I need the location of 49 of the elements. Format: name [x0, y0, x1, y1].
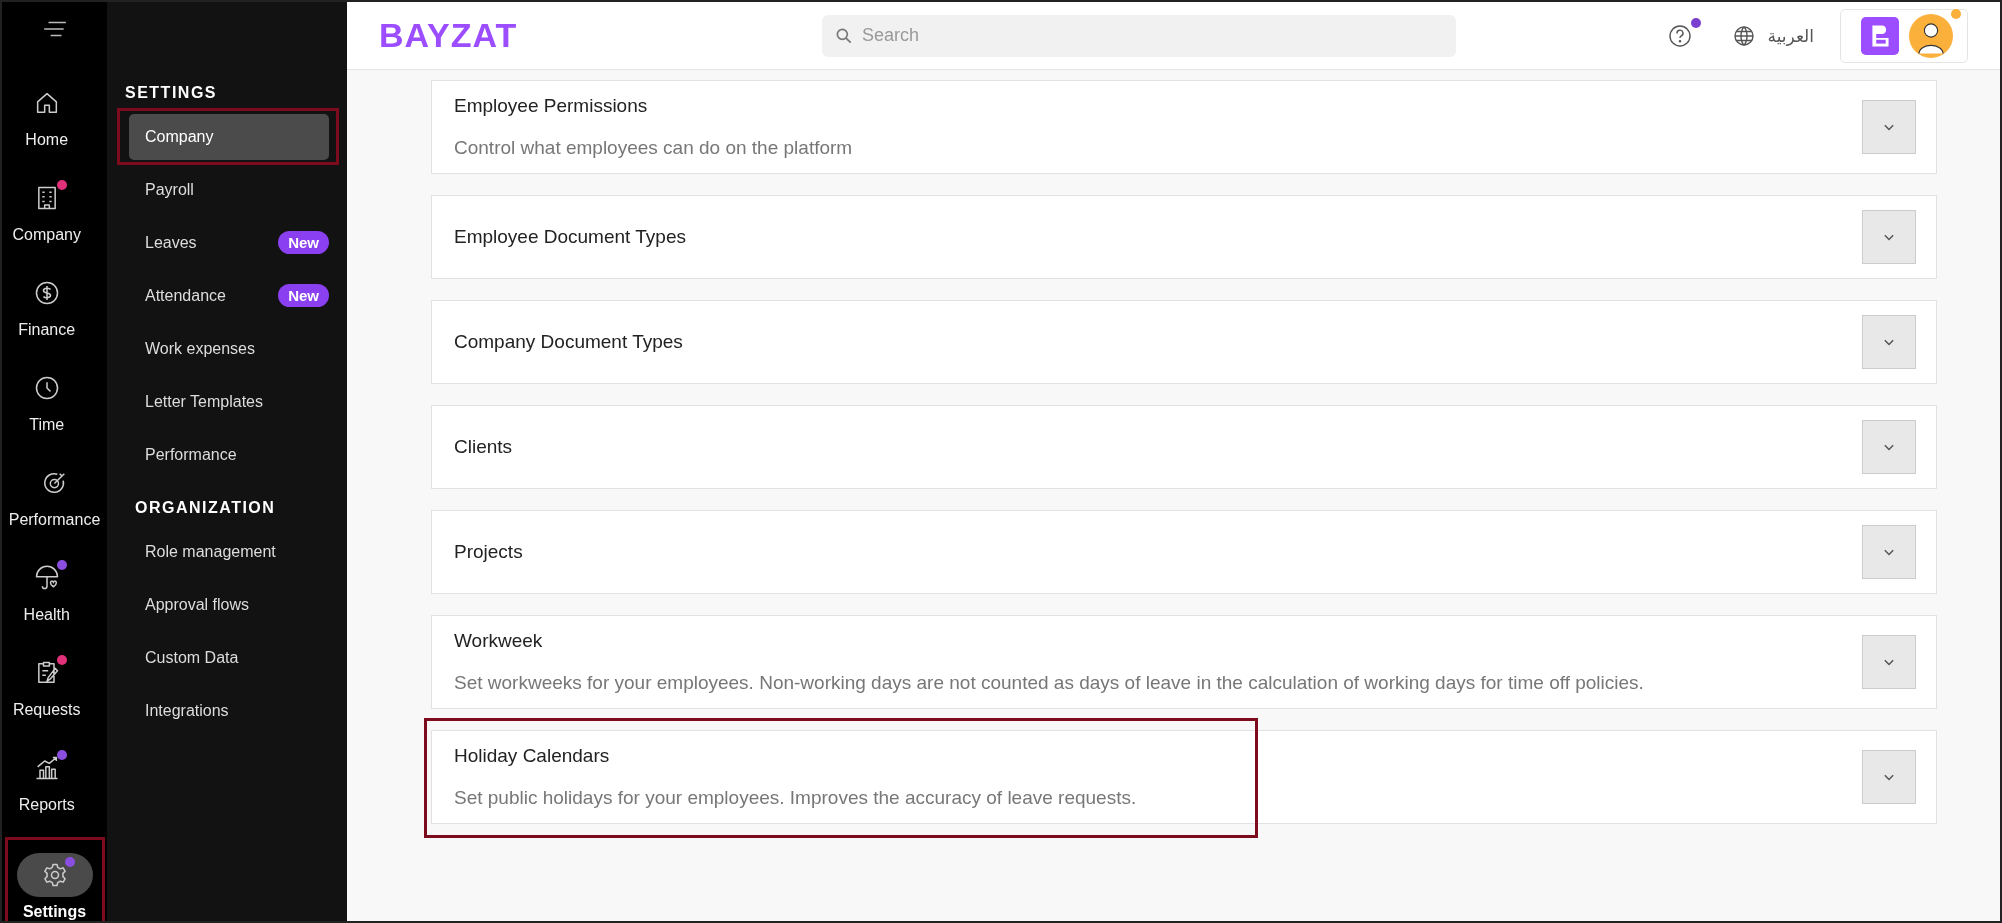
submenu-item[interactable]: Attendance — [129, 276, 242, 315]
card-title: Employee Document Types — [454, 226, 687, 248]
card-title: Workweek — [454, 630, 544, 652]
card-description: Control what employees can do on the platform — [454, 137, 854, 159]
card-title: Holiday Calendars — [454, 745, 611, 767]
expand-button[interactable] — [1862, 100, 1916, 154]
expand-button[interactable] — [1862, 210, 1916, 264]
submenu-item[interactable]: Company — [129, 113, 329, 160]
nav-item[interactable]: Reports — [8, 746, 85, 814]
submenu-item[interactable]: Letter Templates — [129, 382, 279, 421]
card-description: Set public holidays for your employees. Improves the accuracy of leave requests. — [454, 787, 1138, 809]
submenu-item[interactable]: Payroll — [129, 170, 210, 209]
card-title: Projects — [454, 541, 524, 563]
submenu-item[interactable]: Integrations — [129, 691, 245, 730]
nav-item[interactable]: Finance — [8, 271, 85, 339]
card-description: Set workweeks for your employees. Non-working days are not counted as days of leave in the calculation of working days for time off policies. — [454, 672, 1645, 694]
nav-item[interactable]: Home — [8, 81, 85, 149]
nav-item[interactable]: Company — [8, 176, 85, 244]
expand-button[interactable] — [1862, 315, 1916, 369]
nav-item[interactable]: Performance — [8, 461, 101, 529]
nav-item[interactable]: Time — [8, 366, 85, 434]
language-link[interactable]: العربية — [1767, 25, 1814, 46]
new-badge: New — [278, 284, 329, 307]
new-badge: New — [278, 231, 329, 254]
submenu-item[interactable]: Approval flows — [129, 585, 266, 624]
section-heading: ORGANIZATION — [135, 499, 277, 517]
globe-icon[interactable] — [1731, 23, 1756, 48]
menu-icon[interactable] — [41, 20, 68, 38]
submenu-item[interactable]: Work expenses — [129, 329, 271, 368]
avatar — [1909, 13, 1953, 58]
logo[interactable]: BAYZAT — [379, 16, 822, 55]
account-switcher[interactable] — [1840, 8, 1968, 63]
search-field[interactable]: Search — [822, 14, 1456, 57]
expand-button[interactable] — [1862, 525, 1916, 579]
nav-item[interactable]: Requests — [8, 651, 85, 719]
help-icon[interactable] — [1667, 23, 1692, 48]
card-title: Company Document Types — [454, 331, 684, 353]
submenu-item[interactable]: Custom Data — [129, 638, 255, 677]
section-heading: SETTINGS — [125, 84, 218, 102]
expand-button[interactable] — [1862, 420, 1916, 474]
submenu-item[interactable]: Performance — [129, 435, 253, 474]
submenu-item[interactable]: Role management — [129, 532, 292, 571]
card-title: Clients — [454, 436, 514, 458]
company-logo-icon — [1861, 16, 1899, 55]
nav-item[interactable]: Health — [8, 556, 85, 624]
expand-button[interactable] — [1862, 635, 1916, 689]
expand-button[interactable] — [1862, 750, 1916, 804]
submenu-item[interactable]: Leaves — [129, 223, 213, 262]
card-title: Employee Permissions — [454, 95, 649, 117]
